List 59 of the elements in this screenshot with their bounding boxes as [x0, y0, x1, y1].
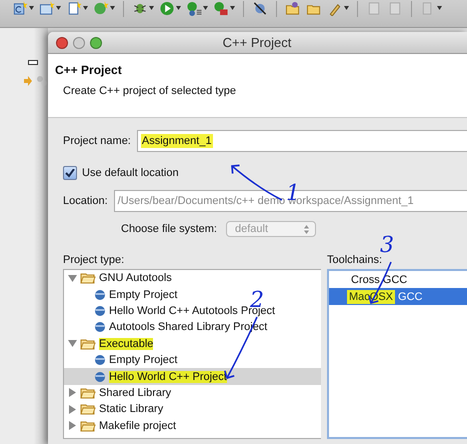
caret-icon [83, 6, 88, 10]
caret-icon [203, 6, 208, 10]
field-label: Location: [63, 195, 108, 207]
new-file-icon[interactable] [12, 0, 28, 16]
checkbox[interactable] [63, 166, 77, 180]
open-folder-icon[interactable] [285, 0, 301, 16]
new-header-icon[interactable] [66, 0, 82, 16]
tree-item[interactable]: Empty Project [64, 352, 182, 368]
caret-icon [29, 6, 34, 10]
checkbox-label[interactable]: Use default location [82, 167, 179, 179]
run-history-icon[interactable] [186, 0, 202, 16]
folder-icon [80, 403, 96, 416]
tree-item[interactable]: Makefile project [64, 418, 180, 434]
collapse-arrow-icon[interactable] [68, 274, 77, 283]
folder-icon [80, 272, 96, 284]
caret-icon [437, 6, 442, 10]
annotation-number: 3 [380, 235, 394, 257]
section-label: Project type: [63, 254, 126, 266]
project-icon [94, 321, 106, 334]
new-folder-icon[interactable] [39, 0, 55, 16]
caret-icon [56, 6, 61, 10]
caret-icon [149, 6, 154, 10]
minimize-button[interactable] [73, 36, 85, 48]
caret-icon [110, 6, 115, 10]
project-icon [94, 370, 106, 383]
tree-item[interactable]: Shared Library [64, 384, 176, 402]
folder-icon [80, 338, 96, 350]
zoom-button[interactable] [90, 36, 102, 48]
caret-icon [230, 6, 235, 10]
folder-icon [80, 420, 96, 432]
run-icon[interactable] [159, 0, 175, 16]
field-label: Project name: [63, 135, 131, 147]
project-name-field[interactable]: Assignment_1 [136, 130, 467, 152]
caret-icon [344, 6, 349, 10]
project-icon [94, 354, 106, 366]
project-icon [94, 304, 106, 317]
close-button[interactable] [56, 36, 68, 48]
skip-breakpoint-icon[interactable] [252, 0, 268, 16]
expand-arrow-icon[interactable] [68, 421, 77, 430]
arrow-icon[interactable] [24, 76, 32, 86]
tree-item[interactable]: Static Library [64, 401, 168, 418]
stepper-icon [304, 224, 309, 234]
new-class-icon[interactable] [93, 0, 109, 16]
header-description: Create C++ project of selected type [62, 85, 238, 97]
project-icon [94, 288, 106, 301]
caret-icon [176, 6, 181, 10]
section-label: Toolchains: [327, 254, 384, 266]
window-title: C++ Project [222, 35, 292, 50]
expand-arrow-icon[interactable] [68, 404, 77, 414]
field-label: Choose file system: [121, 223, 217, 235]
folder-icon [80, 386, 96, 399]
tree-item[interactable]: GNU Autotools [64, 270, 176, 286]
tree-item[interactable]: Empty Project [64, 286, 182, 303]
collapse-arrow-icon[interactable] [68, 339, 77, 348]
run-tool-icon[interactable] [213, 0, 229, 16]
minimize-icon[interactable] [28, 60, 38, 65]
header-title: C++ Project [55, 63, 123, 77]
expand-arrow-icon[interactable] [68, 388, 77, 398]
tree-item[interactable]: Executable [64, 336, 158, 352]
